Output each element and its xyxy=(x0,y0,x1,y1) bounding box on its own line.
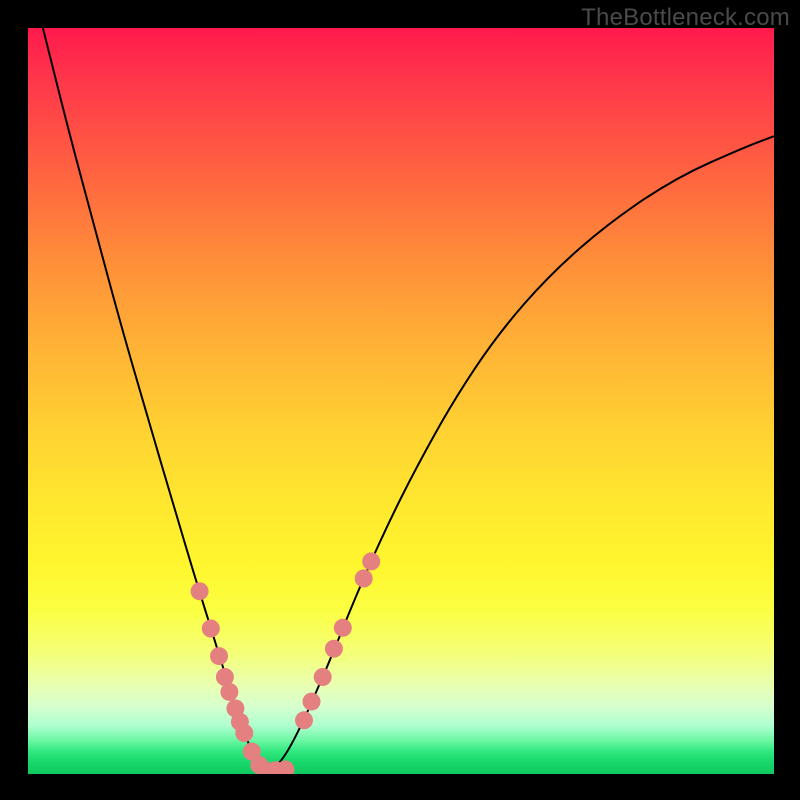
data-marker xyxy=(314,668,332,686)
data-marker xyxy=(334,619,352,637)
bottleneck-chart xyxy=(28,28,774,774)
data-marker xyxy=(362,552,380,570)
data-marker xyxy=(210,647,228,665)
data-marker xyxy=(220,683,238,701)
data-marker xyxy=(355,570,373,588)
data-marker xyxy=(325,640,343,658)
marker-group xyxy=(191,552,381,774)
chart-area xyxy=(28,28,774,774)
data-marker xyxy=(295,711,313,729)
data-marker xyxy=(191,582,209,600)
data-marker xyxy=(303,693,321,711)
bottleneck-curve xyxy=(43,28,774,770)
data-marker xyxy=(202,620,220,638)
data-marker xyxy=(235,724,253,742)
